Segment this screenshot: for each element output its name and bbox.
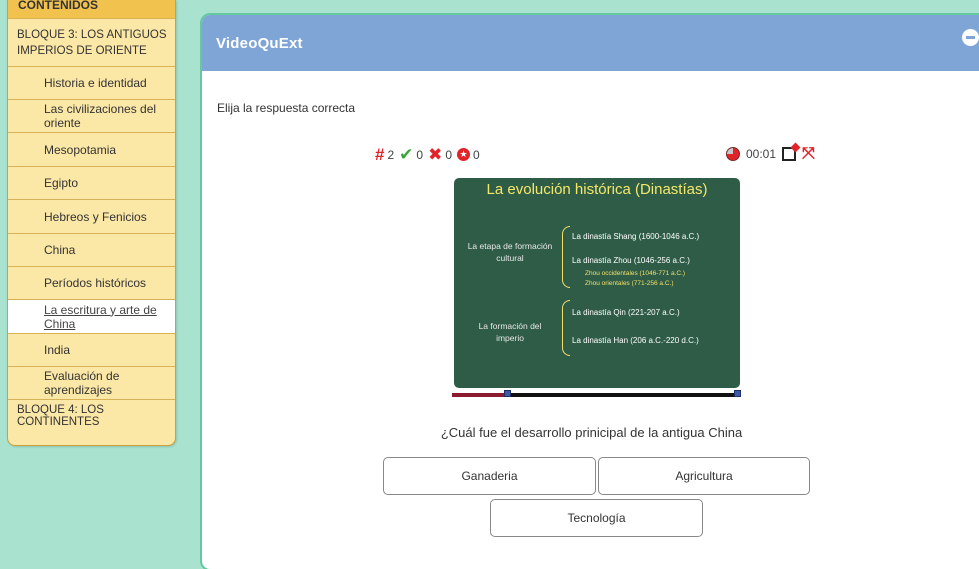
sidebar-item-historia[interactable]: Historia e identidad <box>8 66 175 99</box>
question-text: ¿Cuál fue el desarrollo prinicipal de la… <box>202 425 979 440</box>
video-line: La dinastía Zhou (1046-256 a.C.) <box>572 256 690 265</box>
sidebar-item-escritura[interactable]: La escritura y arte de China <box>8 299 175 333</box>
video-player[interactable]: La evolución histórica (Dinastías) La et… <box>452 178 741 400</box>
sidebar-item-civilizaciones[interactable]: Las civilizaciones del oriente <box>8 99 175 132</box>
sidebar-item-evaluacion[interactable]: Evaluación de aprendizajes <box>8 366 175 399</box>
check-icon: ✔ <box>399 145 414 164</box>
sidebar-item-bloque-3[interactable]: BLOQUE 3: LOS ANTIGUOS IMPERIOS DE ORIEN… <box>8 18 175 66</box>
video-title: La evolución histórica (Dinastías) <box>486 181 708 198</box>
sidebar-item-china[interactable]: China <box>8 233 175 266</box>
sidebar: CONTENIDOS BLOQUE 3: LOS ANTIGUOS IMPERI… <box>7 0 176 446</box>
video-subline: Zhou occidentales (1046-771 a.C.) <box>585 270 686 277</box>
videoquext-card: VideoQuExt Elija la respuesta correcta #… <box>200 13 979 569</box>
clock-icon <box>726 147 740 161</box>
correct-count: 0 <box>416 147 424 162</box>
answer-option-3[interactable]: Tecnología <box>490 499 703 537</box>
question-label: ¿Cuál fue el desarrollo prinicipal de la… <box>440 425 743 440</box>
video-line: La dinastía Han (206 a.C.-220 d.C.) <box>572 336 699 345</box>
sidebar-item-egipto[interactable]: Egipto <box>8 166 175 199</box>
collapse-icon[interactable] <box>962 29 979 46</box>
video-group-label: La formación del imperio <box>478 321 542 343</box>
timer-value: 00:01 <box>746 147 777 161</box>
hash-icon: # <box>375 145 385 164</box>
video-subline: Zhou orientales (771-256 a.C.) <box>585 280 674 287</box>
video-progress-fill <box>452 393 507 397</box>
instructions: Elija la respuesta correcta <box>217 101 356 115</box>
video-progress-bar[interactable] <box>452 390 741 397</box>
video-line: La dinastía Qin (221-207 a.C.) <box>572 308 680 317</box>
answer-option-2[interactable]: Agricultura <box>598 457 810 495</box>
video-group-label: La etapa de formación cultural <box>467 241 553 263</box>
questions-count: 2 <box>387 147 395 162</box>
sidebar-item-mesopotamia[interactable]: Mesopotamia <box>8 132 175 166</box>
sidebar-item-india[interactable]: India <box>8 333 175 366</box>
sidebar-item-hebreos[interactable]: Hebreos y Fenicios <box>8 199 175 233</box>
video-brace <box>562 300 570 356</box>
incorrect-count: 0 <box>445 147 453 162</box>
video-line: La dinastía Shang (1600-1046 a.C.) <box>572 232 700 241</box>
sidebar-header: CONTENIDOS <box>8 0 175 18</box>
sidebar-item-periodos[interactable]: Períodos históricos <box>8 266 175 299</box>
score-icon: ★ <box>457 148 471 161</box>
timer-bar: 00:01 ⤧ <box>726 146 816 162</box>
video-progress-handle[interactable] <box>503 390 511 397</box>
score-bar: # 2 ✔ 0 ✖ 0 ★ 0 <box>375 146 482 163</box>
video-frame: La evolución histórica (Dinastías) La et… <box>454 178 740 388</box>
video-brace <box>562 226 570 288</box>
answer-option-1[interactable]: Ganaderia <box>383 457 596 495</box>
card-header: VideoQuExt <box>202 15 979 71</box>
fullscreen-icon[interactable]: ⤧ <box>802 146 816 162</box>
exit-icon[interactable] <box>782 147 797 161</box>
score-value: 0 <box>473 147 480 162</box>
sidebar-item-bloque-4[interactable]: BLOQUE 4: LOS CONTINENTES <box>8 399 175 432</box>
cross-icon: ✖ <box>428 145 443 164</box>
card-title: VideoQuExt <box>216 34 303 52</box>
video-end-marker <box>734 390 741 397</box>
